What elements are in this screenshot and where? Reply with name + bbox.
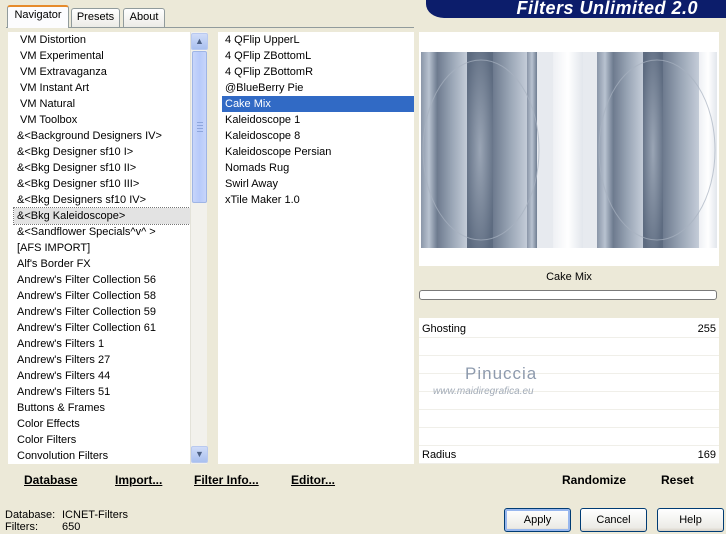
filter-item[interactable]: 4 QFlip ZBottomL	[222, 48, 414, 64]
category-list[interactable]: VM Distortion VM Experimental VM Extravaga…	[8, 32, 191, 464]
category-item[interactable]: Buttons & Frames	[14, 400, 190, 416]
category-item[interactable]: Color Effects	[14, 416, 190, 432]
category-item[interactable]: &<Background Designers IV>	[14, 128, 190, 144]
randomize-button[interactable]: Randomize	[562, 473, 626, 487]
status-database-value: ICNET-Filters	[62, 509, 128, 521]
param-ghosting-label: Ghosting	[422, 323, 467, 335]
scroll-down-button[interactable]: ▼	[191, 446, 208, 463]
import-button[interactable]: Import...	[115, 473, 162, 487]
filter-item[interactable]: Swirl Away	[222, 176, 414, 192]
status-database: Database: ICNET-Filters	[5, 509, 128, 521]
preview-image	[421, 52, 717, 248]
category-item[interactable]: Andrew's Filter Collection 56	[14, 272, 190, 288]
category-item[interactable]: [AFS IMPORT]	[14, 240, 190, 256]
category-item[interactable]: VM Extravaganza	[14, 64, 190, 80]
filter-item[interactable]: @BlueBerry Pie	[222, 80, 414, 96]
category-item[interactable]: Color Filters	[14, 432, 190, 448]
help-button[interactable]: Help	[657, 508, 724, 532]
category-item[interactable]: VM Natural	[14, 96, 190, 112]
category-scrollbar[interactable]: ▲ ▼	[190, 32, 208, 464]
category-item[interactable]: VM Toolbox	[14, 112, 190, 128]
category-item[interactable]: &<Bkg Designer sf10 III>	[14, 176, 190, 192]
editor-button[interactable]: Editor...	[291, 473, 335, 487]
category-item[interactable]: Convolution Filters	[14, 448, 190, 464]
watermark-name: Pinuccia	[465, 364, 538, 383]
database-button[interactable]: Database	[24, 473, 77, 487]
parameter-toolbar: Randomize Reset	[419, 464, 719, 492]
cancel-button[interactable]: Cancel	[580, 508, 647, 532]
navigator-toolbar: Database Import... Filter Info... Editor…	[8, 464, 414, 492]
param-radius-value: 169	[697, 449, 716, 461]
status-filters-label: Filters:	[5, 521, 38, 533]
category-item[interactable]: Andrew's Filters 27	[14, 352, 190, 368]
filter-item[interactable]: Cake Mix	[222, 96, 414, 112]
category-item[interactable]: &<Bkg Designers sf10 IV>	[14, 192, 190, 208]
category-item[interactable]: Andrew's Filter Collection 61	[14, 320, 190, 336]
status-filters-value: 650	[62, 521, 81, 533]
parameter-panel: Ghosting 255 Radius 169 Pinuccia www.mai…	[419, 318, 719, 464]
filter-item[interactable]: 4 QFlip ZBottomR	[222, 64, 414, 80]
tab-about[interactable]: About	[123, 8, 165, 27]
category-item[interactable]: Andrew's Filters 51	[14, 384, 190, 400]
progress-bar	[419, 290, 717, 300]
status-database-label: Database:	[5, 509, 56, 521]
scroll-thumb[interactable]	[192, 51, 207, 203]
category-item[interactable]: &<Bkg Designer sf10 II>	[14, 160, 190, 176]
scroll-up-button[interactable]: ▲	[191, 33, 208, 50]
watermark-site: www.maidiregrafica.eu	[433, 386, 534, 397]
filter-item[interactable]: Nomads Rug	[222, 160, 414, 176]
filter-item[interactable]: 4 QFlip UpperL	[222, 32, 414, 48]
param-radius-label: Radius	[422, 449, 457, 461]
preview-panel	[419, 32, 719, 266]
filter-list[interactable]: 4 QFlip UpperL 4 QFlip ZBottomL 4 QFlip ZB…	[218, 32, 414, 464]
category-item[interactable]: VM Experimental	[14, 48, 190, 64]
category-item[interactable]: Andrew's Filters 1	[14, 336, 190, 352]
category-item[interactable]: VM Instant Art	[14, 80, 190, 96]
param-ghosting-slider[interactable]: Ghosting 255	[419, 320, 719, 338]
apply-button[interactable]: Apply	[504, 508, 571, 532]
param-row-empty	[419, 338, 719, 356]
param-ghosting-value: 255	[697, 323, 716, 335]
status-filters: Filters: 650	[5, 521, 80, 533]
category-item[interactable]: VM Distortion	[14, 32, 190, 48]
category-item[interactable]: Alf's Border FX	[14, 256, 190, 272]
category-item[interactable]: &<Bkg Kaleidoscope>	[13, 207, 191, 225]
filter-info-button[interactable]: Filter Info...	[194, 473, 259, 487]
param-row-empty	[419, 356, 719, 374]
tab-presets[interactable]: Presets	[71, 8, 120, 27]
preview-filter-name: Cake Mix	[546, 271, 592, 283]
filter-item[interactable]: Kaleidoscope Persian	[222, 144, 414, 160]
filter-item[interactable]: Kaleidoscope 8	[222, 128, 414, 144]
category-item[interactable]: Andrew's Filters 44	[14, 368, 190, 384]
category-item[interactable]: &<Sandflower Specials^v^ >	[14, 224, 190, 240]
filter-item[interactable]: Kaleidoscope 1	[222, 112, 414, 128]
tab-navigator[interactable]: Navigator	[7, 5, 69, 28]
param-row-empty	[419, 410, 719, 428]
reset-button[interactable]: Reset	[661, 473, 694, 487]
filter-item[interactable]: xTile Maker 1.0	[222, 192, 414, 208]
param-radius-slider[interactable]: Radius 169	[419, 446, 719, 464]
title-banner: Filters Unlimited 2.0	[426, 0, 726, 18]
category-item[interactable]: Andrew's Filter Collection 58	[14, 288, 190, 304]
param-row-empty	[419, 428, 719, 446]
category-item[interactable]: Andrew's Filter Collection 59	[14, 304, 190, 320]
app-title: Filters Unlimited 2.0	[516, 0, 698, 18]
category-item[interactable]: &<Bkg Designer sf10 I>	[14, 144, 190, 160]
